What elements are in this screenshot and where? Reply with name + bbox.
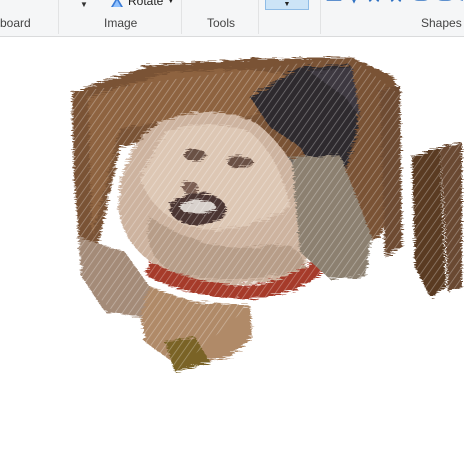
star-icon[interactable]	[366, 0, 382, 3]
chevron-down-icon: ▼	[283, 0, 291, 8]
star-icon[interactable]	[388, 0, 404, 3]
ribbon: ▼ Rotate ▼ ▼ board Image Tools Shapes	[0, 0, 464, 37]
teardrop-icon[interactable]	[350, 0, 358, 4]
chevron-down-icon[interactable]: ▼	[80, 0, 88, 9]
rotate-button[interactable]: Rotate ▼	[110, 0, 174, 8]
rotate-label: Rotate	[128, 0, 164, 8]
group-separator	[58, 0, 59, 34]
group-separator	[181, 0, 182, 34]
group-label-tools: Tools	[207, 16, 236, 30]
group-separator	[258, 0, 259, 34]
group-label-clipboard: board	[0, 16, 31, 30]
size-dropdown[interactable]: ▼	[265, 0, 309, 10]
painted-portrait	[72, 57, 462, 372]
group-label-shapes: Shapes	[421, 16, 462, 30]
group-separator	[320, 0, 321, 34]
rotate-icon	[111, 0, 123, 7]
chevron-down-icon: ▼	[167, 0, 175, 5]
drawing-canvas[interactable]	[0, 37, 464, 449]
group-label-image: Image	[104, 16, 138, 30]
shapes-gallery[interactable]	[326, 0, 464, 6]
